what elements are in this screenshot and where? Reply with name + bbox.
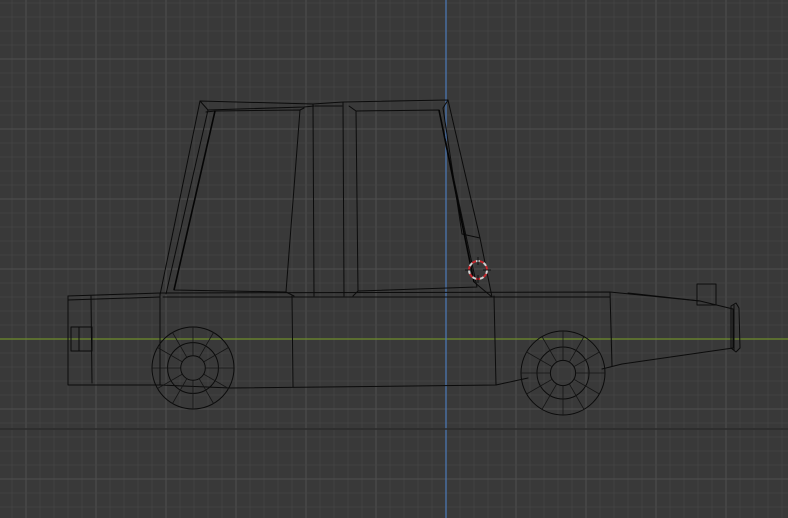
wheel-spoke — [541, 336, 558, 363]
wheel-spoke — [203, 373, 229, 389]
car-model-wireframe[interactable] — [0, 0, 788, 518]
wheel-spoke — [172, 332, 188, 358]
wheel-spoke — [568, 383, 585, 410]
front-window[interactable] — [348, 105, 478, 297]
headlight[interactable] — [696, 283, 717, 306]
wheel-spoke — [526, 351, 553, 368]
hub — [180, 355, 206, 381]
wheel-spoke — [157, 373, 183, 389]
wheel-spoke — [541, 383, 558, 410]
rear-window[interactable] — [173, 107, 305, 297]
wheel-spoke — [526, 378, 553, 395]
wheel-spoke — [203, 347, 229, 363]
wheel-spoke — [198, 378, 214, 404]
wheel-spoke — [172, 378, 188, 404]
wheel-spoke — [198, 332, 214, 358]
wheel-spoke — [573, 351, 600, 368]
wheel-spoke — [157, 347, 183, 363]
rear-wheel[interactable] — [151, 326, 235, 410]
wheel-spoke — [573, 378, 600, 395]
wheel-spoke — [568, 336, 585, 363]
3d-viewport[interactable] — [0, 0, 788, 518]
front-wheel[interactable] — [520, 330, 606, 416]
front-bumper[interactable] — [730, 302, 741, 353]
hub — [549, 359, 577, 387]
